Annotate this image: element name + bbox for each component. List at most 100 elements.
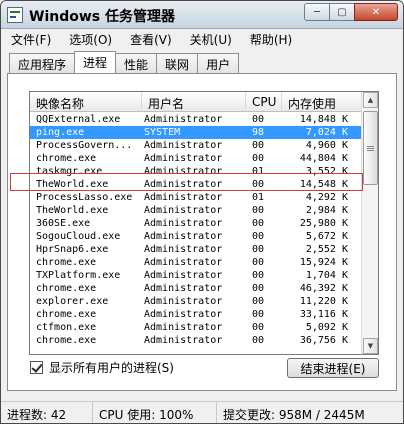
table-row[interactable]: HprSnap6.exe Administrator 00 2,552 K xyxy=(30,243,362,256)
table-row[interactable]: 360SE.exe Administrator 00 25,980 K xyxy=(30,217,362,230)
process-cpu: 01 xyxy=(252,166,265,177)
process-memory: 46,392 K xyxy=(299,283,348,294)
process-user: Administrator xyxy=(144,257,223,268)
process-name: ProcessGovern... xyxy=(36,140,133,151)
process-name: ProcessLasso.exe xyxy=(36,192,133,203)
processes-panel: 映像名称 用户名 CPU 内存使用 QQExternal.exe Administ… xyxy=(7,73,397,391)
process-memory: 36,756 K xyxy=(299,335,348,346)
process-name: chrome.exe xyxy=(36,335,97,346)
process-user: Administrator xyxy=(144,231,223,242)
title-bar[interactable]: Windows 任务管理器 ─ ▢ ✕ xyxy=(1,1,403,29)
scroll-down-button[interactable]: ▼ xyxy=(363,338,378,354)
process-name: TheWorld.exe xyxy=(36,205,109,216)
process-name: taskmgr.exe xyxy=(36,166,103,177)
process-name: SogouCloud.exe xyxy=(36,231,121,242)
table-row[interactable]: TheWorld.exe Administrator 00 14,548 K xyxy=(30,178,362,191)
process-user: SYSTEM xyxy=(144,127,181,138)
table-row[interactable]: taskmgr.exe Administrator 01 3,552 K xyxy=(30,165,362,178)
process-cpu: 00 xyxy=(252,218,265,229)
table-row[interactable]: ping.exe SYSTEM 98 7,024 K xyxy=(30,126,362,139)
vertical-scrollbar[interactable]: ▲ ▼ xyxy=(361,92,378,354)
process-user: Administrator xyxy=(144,309,223,320)
process-cpu: 00 xyxy=(252,296,265,307)
menu-view[interactable]: 查看(V) xyxy=(120,29,180,49)
end-process-button[interactable]: 结束进程(E) xyxy=(287,358,379,378)
scroll-up-button[interactable]: ▲ xyxy=(363,92,378,108)
status-bar: 进程数: 42 CPU 使用: 100% 提交更改: 958M / 2445M xyxy=(1,401,403,423)
tab-applications[interactable]: 应用程序 xyxy=(9,53,76,73)
process-user: Administrator xyxy=(144,205,223,216)
table-row[interactable]: chrome.exe Administrator 00 44,804 K xyxy=(30,152,362,165)
table-row[interactable]: TXPlatform.exe Administrator 00 1,704 K xyxy=(30,269,362,282)
column-image-name[interactable]: 映像名称 xyxy=(30,92,142,112)
maximize-button[interactable]: ▢ xyxy=(329,3,355,21)
process-user: Administrator xyxy=(144,283,223,294)
process-user: Administrator xyxy=(144,270,223,281)
process-memory: 2,552 K xyxy=(305,244,348,255)
process-cpu: 00 xyxy=(252,114,265,125)
scroll-thumb[interactable] xyxy=(363,111,378,185)
process-name: chrome.exe xyxy=(36,283,97,294)
menu-bar: 文件(F) 选项(O) 查看(V) 关机(U) 帮助(H) xyxy=(1,29,403,49)
process-cpu: 00 xyxy=(252,270,265,281)
process-name: TheWorld.exe xyxy=(36,179,109,190)
table-row[interactable]: chrome.exe Administrator 00 36,756 K xyxy=(30,334,362,347)
process-cpu: 00 xyxy=(252,231,265,242)
process-memory: 14,548 K xyxy=(299,179,348,190)
table-row[interactable]: chrome.exe Administrator 00 46,392 K xyxy=(30,282,362,295)
process-memory: 4,960 K xyxy=(305,140,348,151)
process-name: chrome.exe xyxy=(36,257,97,268)
menu-shutdown[interactable]: 关机(U) xyxy=(180,29,240,49)
menu-options[interactable]: 选项(O) xyxy=(59,29,120,49)
table-row[interactable]: ProcessGovern... Administrator 00 4,960 K xyxy=(30,139,362,152)
process-user: Administrator xyxy=(144,192,223,203)
show-all-users-checkbox[interactable]: 显示所有用户的进程(S) xyxy=(30,359,174,375)
process-list[interactable]: 映像名称 用户名 CPU 内存使用 QQExternal.exe Administ… xyxy=(29,91,379,355)
status-commit-charge: 提交更改: 958M / 2445M xyxy=(223,408,365,422)
task-manager-icon xyxy=(7,7,23,23)
process-memory: 44,804 K xyxy=(299,153,348,164)
process-name: 360SE.exe xyxy=(36,218,91,229)
show-all-users-label: 显示所有用户的进程(S) xyxy=(49,360,174,375)
table-row[interactable]: explorer.exe Administrator 00 11,220 K xyxy=(30,295,362,308)
column-user-name[interactable]: 用户名 xyxy=(142,92,246,112)
menu-help[interactable]: 帮助(H) xyxy=(240,29,300,49)
minimize-button[interactable]: ─ xyxy=(304,3,330,21)
maximize-icon: ▢ xyxy=(337,6,347,18)
close-icon: ✕ xyxy=(371,6,381,18)
tab-processes[interactable]: 进程 xyxy=(74,51,117,73)
table-row[interactable]: chrome.exe Administrator 00 33,116 K xyxy=(30,308,362,321)
table-row[interactable]: ProcessLasso.exe Administrator 01 4,292 K xyxy=(30,191,362,204)
process-name: ping.exe xyxy=(36,127,85,138)
process-user: Administrator xyxy=(144,166,223,177)
table-row[interactable]: SogouCloud.exe Administrator 00 5,672 K xyxy=(30,230,362,243)
column-cpu[interactable]: CPU xyxy=(246,92,282,112)
table-row[interactable]: QQExternal.exe Administrator 00 14,848 K xyxy=(30,113,362,126)
tab-users[interactable]: 用户 xyxy=(197,53,240,73)
process-name: QQExternal.exe xyxy=(36,114,121,125)
process-cpu: 00 xyxy=(252,257,265,268)
close-button[interactable]: ✕ xyxy=(354,3,398,21)
table-row[interactable]: TheWorld.exe Administrator 00 2,984 K xyxy=(30,204,362,217)
process-name: chrome.exe xyxy=(36,309,97,320)
tab-performance[interactable]: 性能 xyxy=(115,53,158,73)
table-row[interactable]: ctfmon.exe Administrator 00 5,092 K xyxy=(30,321,362,334)
process-user: Administrator xyxy=(144,153,223,164)
process-memory: 11,220 K xyxy=(299,296,348,307)
process-memory: 33,116 K xyxy=(299,309,348,320)
column-memory[interactable]: 内存使用 xyxy=(282,92,362,112)
tab-networking[interactable]: 联网 xyxy=(156,53,199,73)
process-cpu: 01 xyxy=(252,192,265,203)
process-user: Administrator xyxy=(144,140,223,151)
table-row[interactable]: chrome.exe Administrator 00 15,924 K xyxy=(30,256,362,269)
tab-strip: 应用程序 进程 性能 联网 用户 xyxy=(9,51,240,73)
process-memory: 2,984 K xyxy=(305,205,348,216)
process-user: Administrator xyxy=(144,322,223,333)
process-memory: 3,552 K xyxy=(305,166,348,177)
process-cpu: 00 xyxy=(252,309,265,320)
process-memory: 7,024 K xyxy=(305,127,348,138)
process-name: explorer.exe xyxy=(36,296,109,307)
menu-file[interactable]: 文件(F) xyxy=(1,29,59,49)
checkbox-checked-icon[interactable] xyxy=(30,360,43,374)
process-rows: QQExternal.exe Administrator 00 14,848 Kpin… xyxy=(30,113,362,347)
